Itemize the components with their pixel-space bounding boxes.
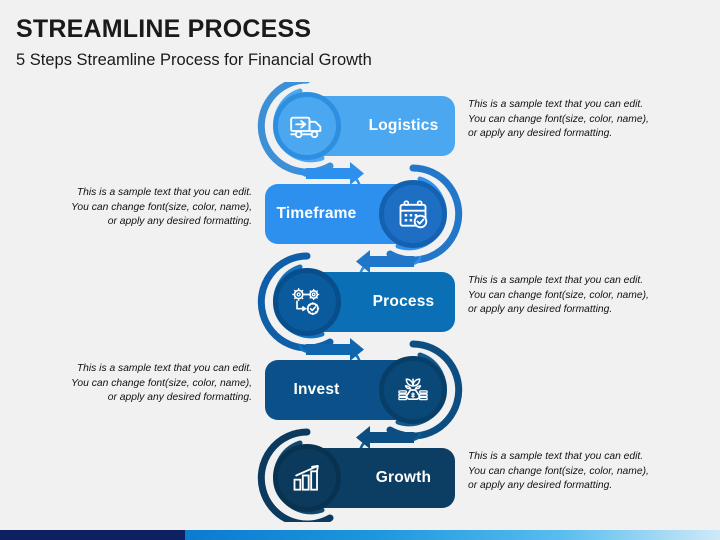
step-badge-logistics[interactable]	[273, 92, 341, 160]
step-description-timeframe: This is a sample text that you can edit.…	[52, 186, 252, 230]
step-badge-invest[interactable]	[379, 356, 447, 424]
footer-accent-bar	[0, 530, 720, 540]
page-subtitle: 5 Steps Streamline Process for Financial…	[16, 51, 372, 69]
desc-line-1: This is a sample text that you can edit.	[76, 187, 252, 198]
desc-line-2: You can change font(size, color, name),	[71, 377, 252, 389]
desc-line-3: or apply any desired formatting.	[468, 128, 613, 140]
slide: STREAMLINE PROCESS 5 Steps Streamline Pr…	[0, 0, 720, 540]
desc-line-3: or apply any desired formatting.	[468, 480, 613, 492]
step-row-process: Process This is a sample text that you c…	[0, 258, 720, 346]
step-description-logistics: This is a sample text that you can edit.…	[468, 98, 668, 142]
desc-line-1: This is a sample text that you can edit.	[468, 451, 644, 462]
desc-line-2: You can change font(size, color, name),	[468, 113, 649, 125]
desc-line-3: or apply any desired formatting.	[107, 392, 252, 404]
step-row-growth: Growth This is a sample text that you ca…	[0, 434, 720, 522]
step-badge-timeframe[interactable]	[379, 180, 447, 248]
desc-line-1: This is a sample text that you can edit.	[76, 363, 252, 374]
step-row-timeframe: Timeframe This is a sample text that you…	[0, 170, 720, 258]
footer-bar-gradient-segment	[185, 530, 720, 540]
step-badge-process[interactable]	[273, 268, 341, 336]
desc-line-3: or apply any desired formatting.	[468, 304, 613, 316]
header: STREAMLINE PROCESS 5 Steps Streamline Pr…	[16, 14, 616, 70]
step-description-growth: This is a sample text that you can edit.…	[468, 450, 668, 494]
gears-icon	[292, 287, 320, 316]
desc-line-2: You can change font(size, color, name),	[468, 465, 649, 477]
desc-line-2: You can change font(size, color, name),	[71, 201, 252, 213]
truck-icon	[290, 116, 322, 139]
page-title: STREAMLINE PROCESS	[16, 15, 312, 43]
step-row-logistics: Logistics This is a sample text that you…	[0, 82, 720, 170]
money-plant-icon	[398, 378, 428, 401]
streamline-process-diagram: Logistics This is a sample text that you…	[0, 82, 720, 522]
step-badge-growth[interactable]	[273, 444, 341, 512]
calendar-check-icon	[399, 200, 428, 229]
step-description-process: This is a sample text that you can edit.…	[468, 274, 668, 318]
step-description-invest: This is a sample text that you can edit.…	[52, 362, 252, 406]
desc-line-1: This is a sample text that you can edit.	[468, 99, 644, 110]
step-row-invest: Invest This is a sample text that you ca…	[0, 346, 720, 434]
desc-line-1: This is a sample text that you can edit.	[468, 275, 644, 286]
desc-line-2: You can change font(size, color, name),	[468, 289, 649, 301]
footer-bar-navy-segment	[0, 530, 185, 540]
bar-chart-growth-icon	[293, 465, 319, 491]
desc-line-3: or apply any desired formatting.	[107, 216, 252, 228]
